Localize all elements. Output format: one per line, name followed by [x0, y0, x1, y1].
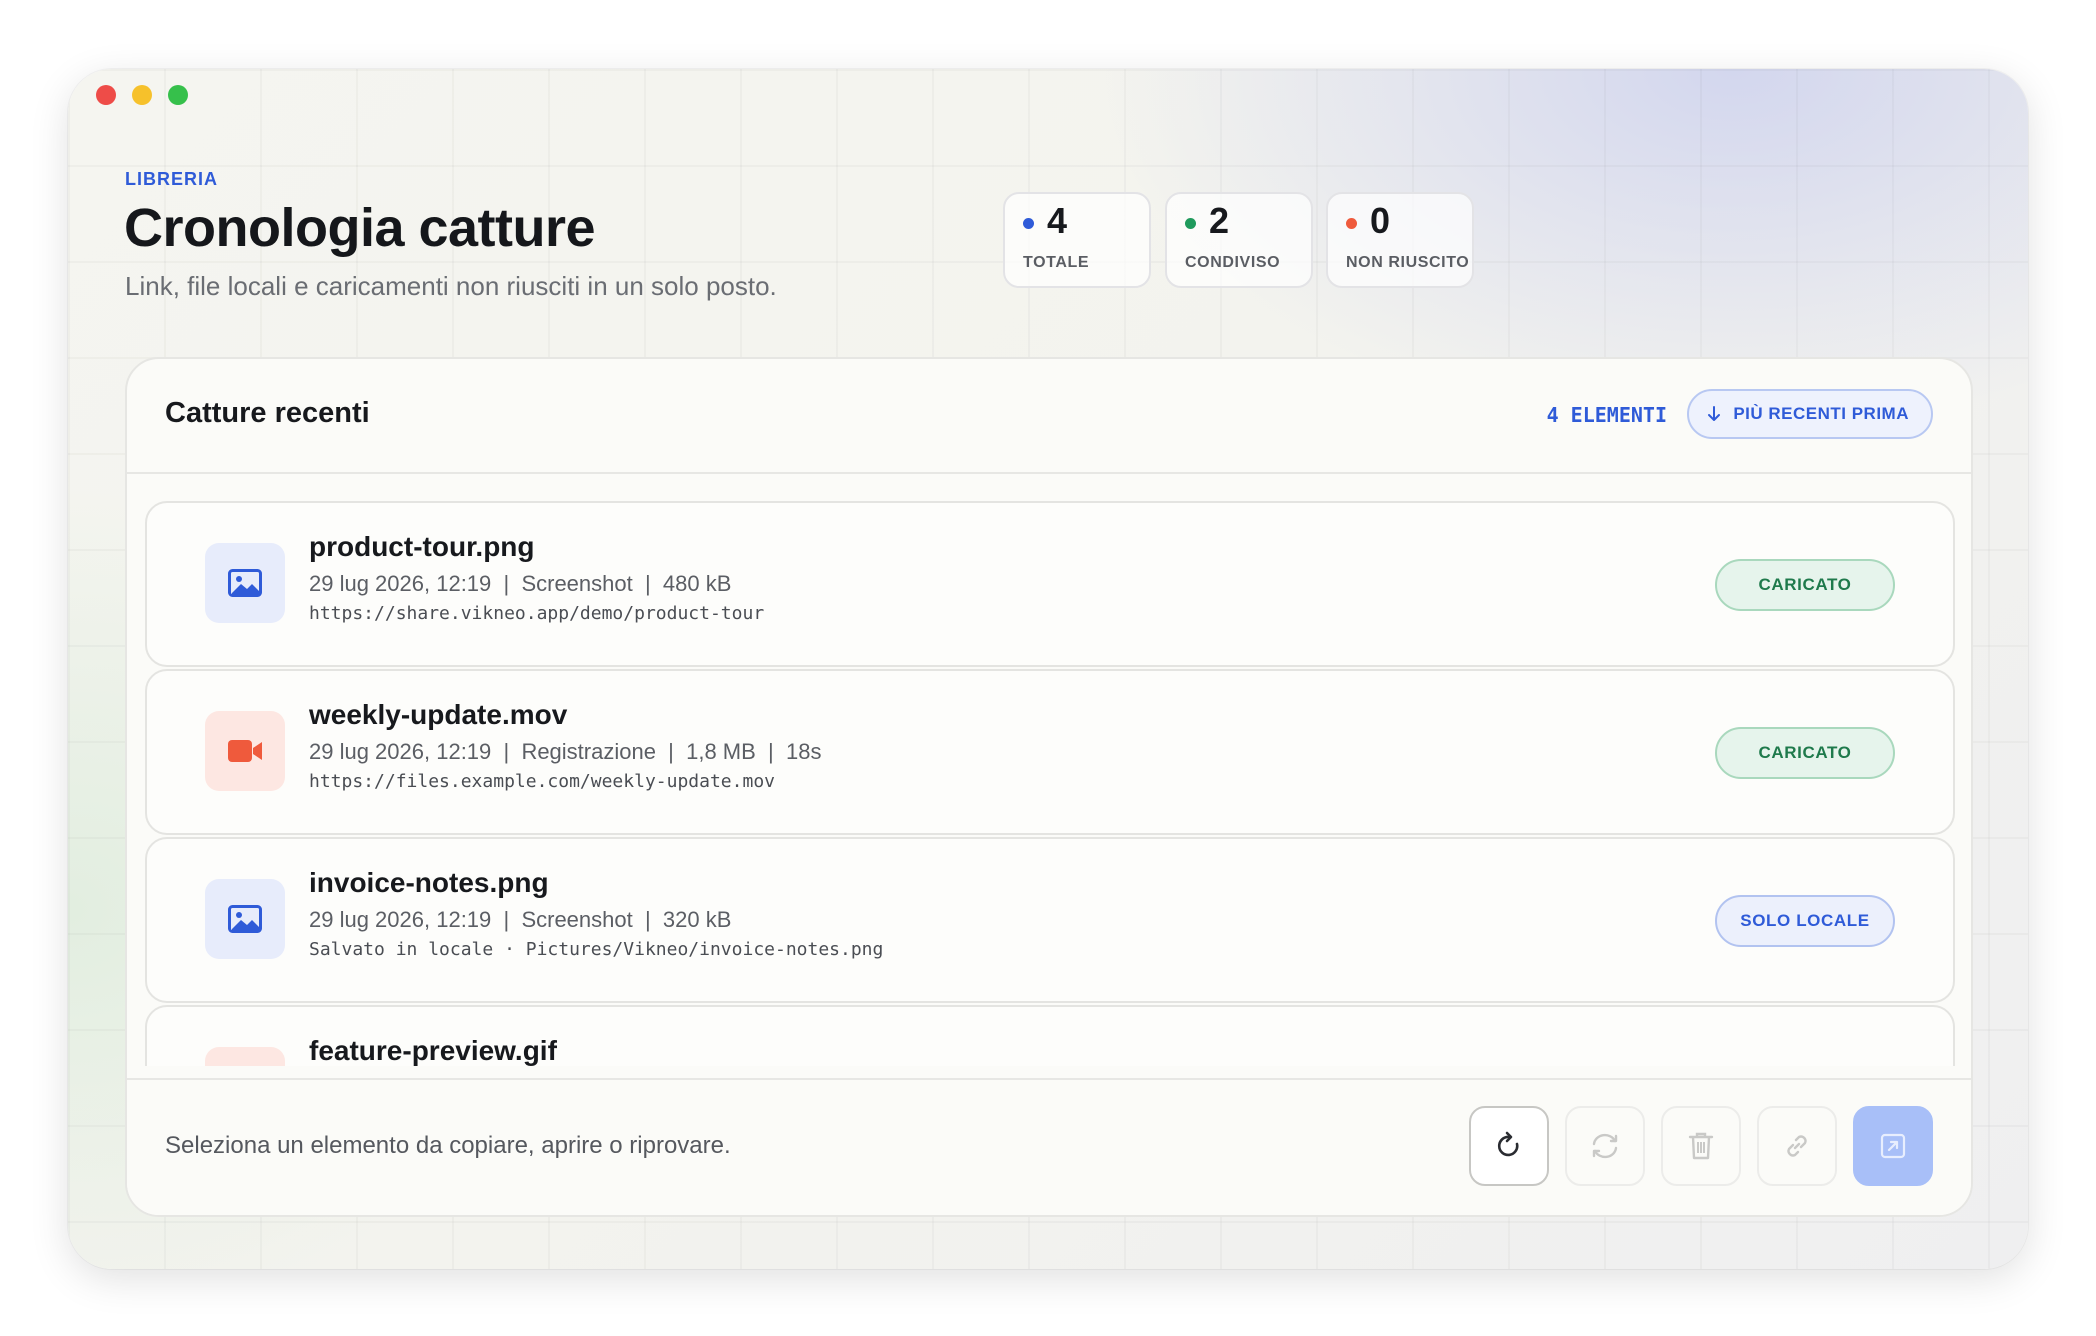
item-filename: weekly-update.mov [309, 699, 568, 730]
item-link: https://share.vikneo.app/demo/product-to… [309, 603, 765, 624]
stat-failed-label: NON RIUSCITO [1346, 254, 1470, 271]
item-thumbnail [205, 711, 285, 791]
stat-total-value: 4 [1047, 200, 1068, 241]
item-thumbnail [205, 543, 285, 623]
status-badge: CARICATO [1715, 559, 1895, 611]
stat-failed: 0 NON RIUSCITO [1326, 192, 1474, 288]
close-window-button[interactable] [96, 85, 116, 105]
delete-button[interactable] [1661, 1106, 1741, 1186]
page-subtitle: Link, file locali e caricamenti non rius… [125, 271, 777, 301]
open-button[interactable] [1853, 1106, 1933, 1186]
app-window: LIBRERIA Cronologia catture Link, file l… [68, 69, 2028, 1269]
zoom-window-button[interactable] [168, 85, 188, 105]
open-external-icon [1880, 1133, 1906, 1159]
video-camera-icon [228, 740, 262, 762]
image-icon [228, 905, 262, 933]
stat-shared-value: 2 [1209, 200, 1230, 241]
image-icon [228, 569, 262, 597]
stat-total: 4 TOTALE [1003, 192, 1151, 288]
list-item[interactable]: product-tour.png 29 lug 2026, 12:19 | Sc… [145, 501, 1955, 667]
stat-shared: 2 CONDIVISO [1165, 192, 1313, 288]
stat-failed-dot [1346, 218, 1357, 229]
refresh-icon [1497, 1131, 1519, 1157]
copy-link-button[interactable] [1757, 1106, 1837, 1186]
item-thumbnail [205, 879, 285, 959]
item-link: https://files.example.com/weekly-update.… [309, 771, 775, 792]
captures-panel: Catture recenti 4 ELEMENTI PIÙ RECENTI P… [125, 357, 1973, 1217]
page-title: Cronologia catture [124, 198, 596, 258]
stat-shared-dot [1185, 218, 1196, 229]
retry-button[interactable] [1565, 1106, 1645, 1186]
item-filename: invoice-notes.png [309, 867, 549, 898]
panel-footer: Seleziona un elemento da copiare, aprire… [127, 1078, 1971, 1215]
list-item[interactable]: weekly-update.mov 29 lug 2026, 12:19 | R… [145, 669, 1955, 835]
stat-total-label: TOTALE [1023, 254, 1090, 271]
section-eyebrow: LIBRERIA [125, 169, 218, 189]
panel-header: Catture recenti 4 ELEMENTI PIÙ RECENTI P… [127, 359, 1971, 474]
stat-shared-label: CONDIVISO [1185, 254, 1281, 271]
retry-icon [1592, 1133, 1618, 1159]
minimize-window-button[interactable] [132, 85, 152, 105]
item-meta: 29 lug 2026, 12:19 | Screenshot | 480 kB [309, 571, 732, 596]
status-badge: CARICATO [1715, 727, 1895, 779]
item-meta: 29 lug 2026, 12:19 | Screenshot | 320 kB [309, 907, 732, 932]
list-item[interactable]: feature-preview.gif [145, 1005, 1955, 1066]
footer-hint: Seleziona un elemento da copiare, aprire… [165, 1132, 731, 1159]
item-filename: product-tour.png [309, 531, 535, 562]
item-link: Salvato in locale · Pictures/Vikneo/invo… [309, 939, 884, 960]
item-meta: 29 lug 2026, 12:19 | Registrazione | 1,8… [309, 739, 822, 764]
stat-total-dot [1023, 218, 1034, 229]
sort-button[interactable]: PIÙ RECENTI PRIMA [1687, 389, 1933, 439]
captures-list[interactable]: product-tour.png 29 lug 2026, 12:19 | Sc… [127, 474, 1971, 1066]
arrow-down-icon [1708, 406, 1721, 421]
refresh-button[interactable] [1469, 1106, 1549, 1186]
item-count: 4 ELEMENTI [1546, 403, 1667, 427]
trash-icon [1688, 1132, 1714, 1160]
item-thumbnail [205, 1047, 285, 1066]
stat-failed-value: 0 [1370, 200, 1391, 241]
link-icon [1787, 1135, 1807, 1157]
status-badge: SOLO LOCALE [1715, 895, 1895, 947]
sort-button-label: PIÙ RECENTI PRIMA [1733, 404, 1909, 423]
panel-title: Catture recenti [165, 397, 370, 429]
list-item[interactable]: invoice-notes.png 29 lug 2026, 12:19 | S… [145, 837, 1955, 1003]
item-filename: feature-preview.gif [309, 1035, 557, 1066]
window-controls [96, 85, 188, 105]
